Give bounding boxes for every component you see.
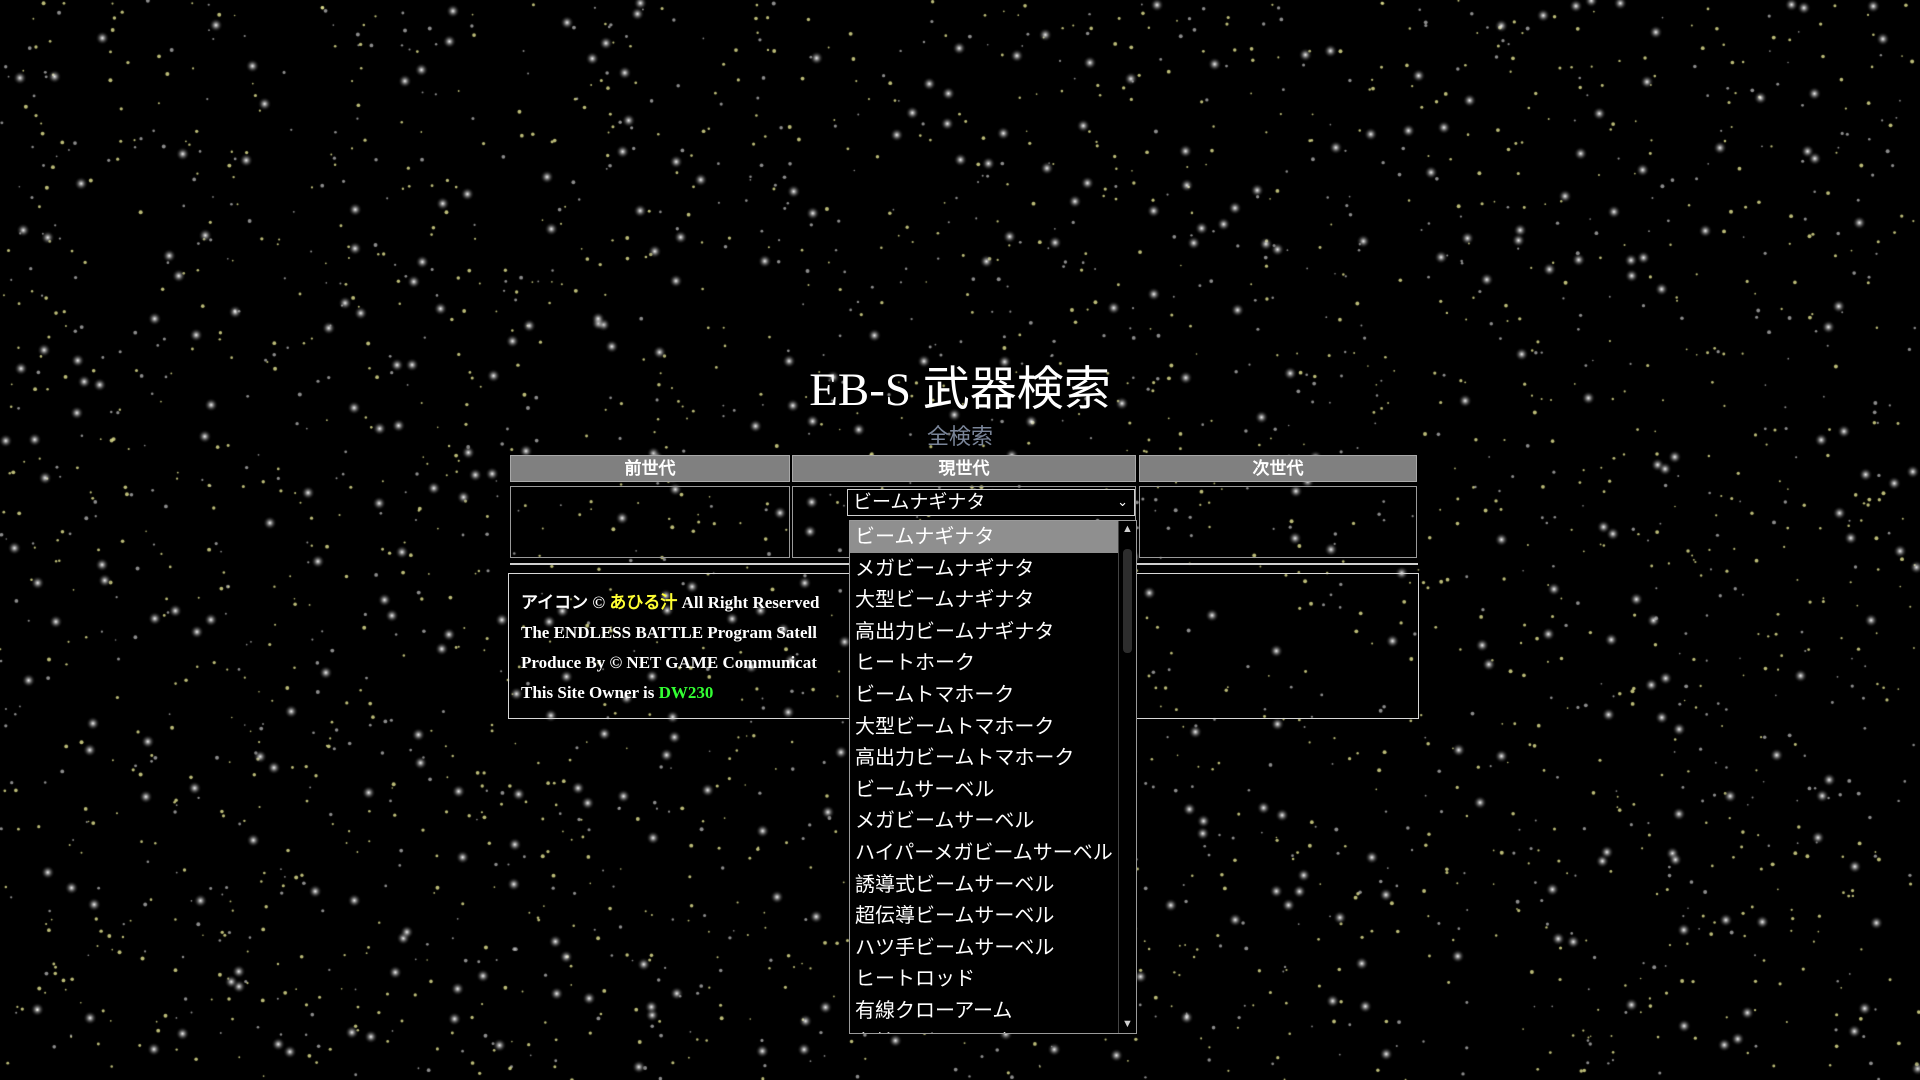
credits-icon-label: アイコン xyxy=(521,593,589,613)
dropdown-option[interactable]: 高出力ビームナギナタ xyxy=(850,616,1120,648)
dropdown-option[interactable]: ビームサーベル xyxy=(850,774,1120,806)
column-header-current: 現世代 xyxy=(792,455,1136,482)
dropdown-option[interactable]: 大型ビームナギナタ xyxy=(850,584,1120,616)
credits-owner-name: DW230 xyxy=(658,683,714,702)
dropdown-options: ビームナギナタ メガビームナギナタ 大型ビームナギナタ 高出力ビームナギナタ ヒートホー… xyxy=(850,521,1136,1034)
weapon-select[interactable]: ビームナギナタ ⌄ xyxy=(847,489,1135,516)
credits-copyright-symbol: © xyxy=(592,593,606,612)
dropdown-option[interactable]: 大型ビームトマホーク xyxy=(850,711,1120,743)
dropdown-scrollbar[interactable]: ▲ ▼ xyxy=(1118,521,1136,1033)
dropdown-option[interactable]: ハツ手ビームサーベル xyxy=(850,932,1120,964)
weapon-select-value: ビームナギナタ xyxy=(853,491,986,513)
previous-generation-cell xyxy=(510,486,790,558)
dropdown-option[interactable]: ビームトマホーク xyxy=(850,679,1120,711)
next-generation-cell xyxy=(1139,486,1417,558)
dropdown-option[interactable]: 有線クローアーム xyxy=(850,995,1120,1027)
dropdown-option[interactable]: 高出力ビームトマホーク xyxy=(850,742,1120,774)
page-title: EB-S 武器検索 xyxy=(809,364,1111,416)
page-subtitle: 全検索 xyxy=(926,425,993,450)
dropdown-option[interactable]: ビームナギナタ xyxy=(850,521,1120,553)
dropdown-option[interactable]: ヒートロッド xyxy=(850,963,1120,995)
dropdown-option[interactable]: 有線メガアーム砲 xyxy=(850,1027,1120,1034)
credits-rights: All Right Reserved xyxy=(681,593,820,612)
scroll-down-icon[interactable]: ▼ xyxy=(1119,1016,1136,1033)
column-header-previous: 前世代 xyxy=(510,455,790,482)
dropdown-option[interactable]: ヒートホーク xyxy=(850,647,1120,679)
scroll-up-icon[interactable]: ▲ xyxy=(1119,521,1136,538)
dropdown-option[interactable]: メガビームナギナタ xyxy=(850,553,1120,585)
dropdown-option[interactable]: メガビームサーベル xyxy=(850,805,1120,837)
dropdown-option[interactable]: ハイパーメガビームサーベル xyxy=(850,837,1120,869)
chevron-down-icon: ⌄ xyxy=(1117,495,1128,510)
credits-icon-author: あひる汁 xyxy=(609,593,678,613)
scrollbar-thumb[interactable] xyxy=(1123,549,1132,653)
dropdown-option[interactable]: 超伝導ビームサーベル xyxy=(850,900,1120,932)
credits-owner-prefix: This Site Owner is xyxy=(521,683,655,702)
column-header-next: 次世代 xyxy=(1139,455,1417,482)
dropdown-option[interactable]: 誘導式ビームサーベル xyxy=(850,869,1120,901)
weapon-dropdown-list[interactable]: ビームナギナタ メガビームナギナタ 大型ビームナギナタ 高出力ビームナギナタ ヒートホー… xyxy=(849,520,1137,1034)
